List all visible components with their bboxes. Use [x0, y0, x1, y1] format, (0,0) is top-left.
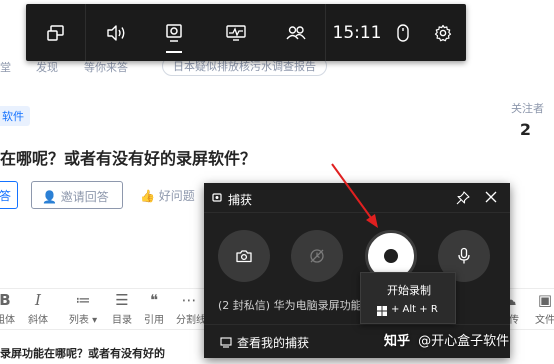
red-annotation-arrow — [331, 163, 378, 228]
record-last-30s-button[interactable] — [291, 230, 343, 282]
screenshot-button[interactable] — [218, 230, 270, 282]
record-last-disabled-icon — [310, 249, 324, 263]
active-tab-indicator — [166, 51, 182, 53]
capture-title: 捕获 — [228, 193, 253, 207]
speaker-icon — [107, 24, 125, 41]
gear-icon — [434, 24, 452, 41]
zhihu-watermark: 知乎 @开心盒子软件 — [384, 330, 509, 349]
clock: 15:11 — [332, 22, 382, 43]
mouse-button[interactable] — [388, 4, 418, 61]
capture-widget-icon — [212, 193, 222, 202]
widget-menu-icon — [46, 24, 64, 41]
people-icon — [285, 25, 306, 39]
webcam-icon — [166, 23, 182, 42]
camera-icon — [236, 250, 252, 263]
watermark-brand: 知乎 — [384, 334, 411, 349]
widget-menu-button[interactable] — [26, 4, 86, 61]
close-icon[interactable] — [484, 190, 498, 204]
audio-button[interactable] — [86, 4, 146, 61]
microphone-icon — [458, 247, 470, 264]
tooltip-shortcut: + Alt + R — [391, 304, 438, 315]
tooltip-title: 开始录制 — [387, 284, 431, 297]
watermark-author: @开心盒子软件 — [418, 334, 510, 349]
monitor-graph-icon — [226, 24, 246, 41]
start-recording-tooltip: 开始录制 + Alt + R — [360, 272, 456, 324]
pin-icon[interactable] — [456, 191, 470, 205]
show-captures-link[interactable]: 查看我的捕获 — [237, 334, 309, 351]
windows-logo-icon — [377, 306, 387, 316]
mouse-icon — [397, 23, 409, 42]
settings-button[interactable] — [428, 4, 458, 61]
game-bar: 15:11 — [26, 4, 466, 61]
gallery-icon — [220, 337, 232, 348]
social-button[interactable] — [266, 4, 326, 61]
record-dot-icon — [384, 249, 398, 263]
performance-button[interactable] — [206, 4, 266, 61]
